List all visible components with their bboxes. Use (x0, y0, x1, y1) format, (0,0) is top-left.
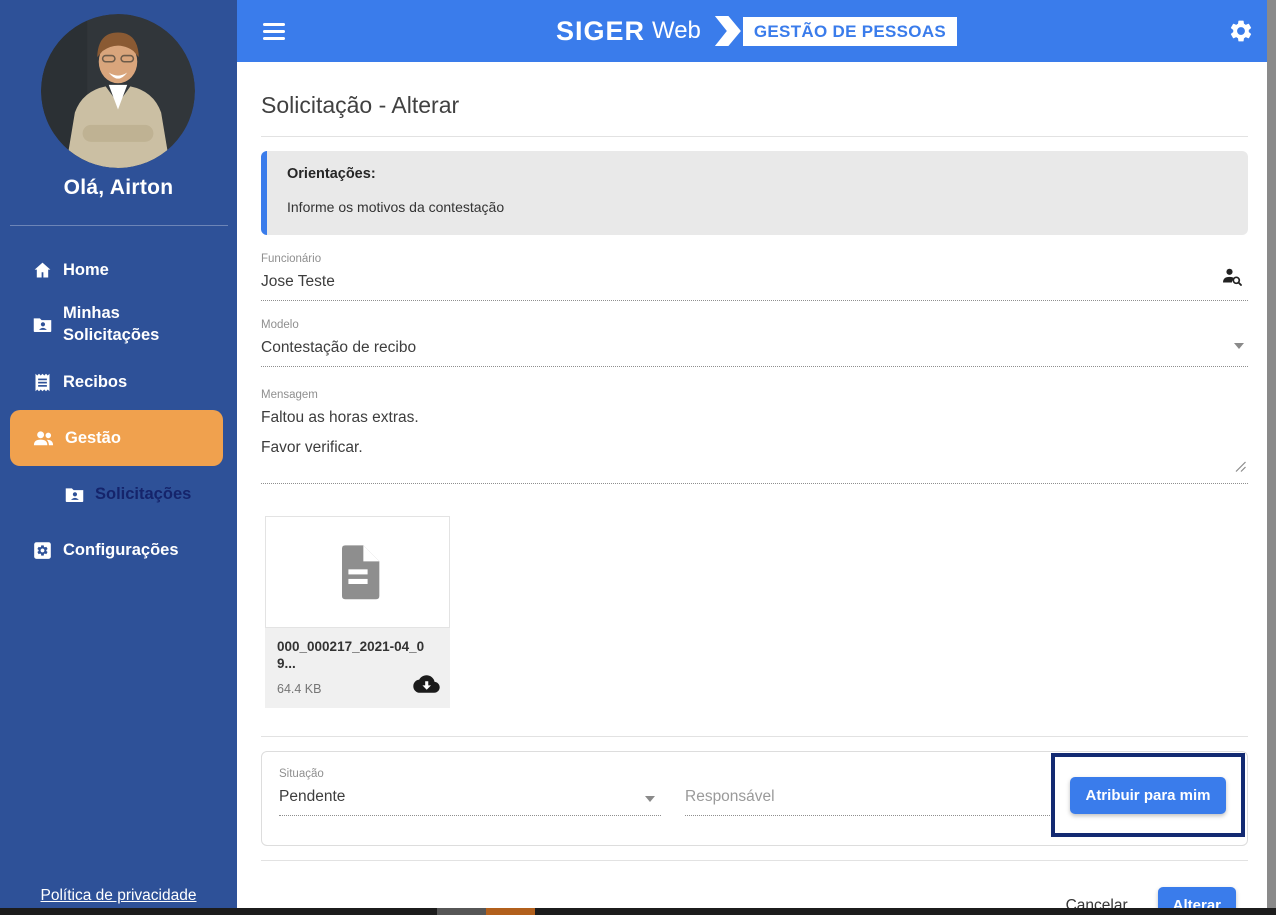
attachment-meta: 000_000217_2021-04_09... 64.4 KB (265, 628, 450, 708)
sidebar-item-label: Solicitações (95, 484, 192, 503)
assign-highlight-outline: Atribuir para mim (1051, 753, 1245, 837)
dropdown-arrow-icon[interactable] (645, 796, 655, 802)
sidebar-item-recibos[interactable]: Recibos (0, 366, 237, 398)
title-divider (261, 136, 1248, 137)
sidebar-item-label: Recibos (63, 372, 128, 391)
page-title: Solicitação - Alterar (261, 92, 460, 118)
funcionario-value[interactable]: Jose Teste (261, 272, 1248, 300)
privacy-policy-link[interactable]: Política de privacidade (0, 887, 237, 905)
logo-secondary: Web (651, 17, 701, 44)
folder-user-icon (33, 317, 52, 332)
responsavel-placeholder[interactable]: Responsável (685, 787, 1050, 815)
cloud-download-icon[interactable] (413, 673, 440, 700)
attachment-size: 64.4 KB (277, 682, 322, 696)
responsavel-label-spacer (685, 768, 1050, 781)
sidebar: Olá, Airton Home Minhas Solicitações Rec… (0, 0, 237, 915)
mensagem-textarea[interactable]: Mensagem Faltou as horas extras. Favor v… (261, 389, 1248, 484)
bottom-border-orange-segment (486, 908, 535, 915)
guidance-title: Orientações: (287, 166, 376, 182)
sidebar-item-minhas-solicitacoes[interactable]: Minhas Solicitações (0, 298, 237, 350)
resize-handle-icon[interactable] (1235, 459, 1246, 477)
sidebar-item-label: Minhas Solicitações (63, 304, 160, 344)
assignment-card: Situação Pendente Responsável Atribuir p… (261, 751, 1248, 846)
sidebar-divider (10, 225, 228, 226)
funcionario-field[interactable]: Funcionário Jose Teste (261, 253, 1248, 301)
sidebar-item-label: Home (63, 260, 109, 279)
attachment-filename: 000_000217_2021-04_09... (277, 639, 425, 671)
avatar (41, 14, 195, 168)
attachment-card[interactable]: 000_000217_2021-04_09... 64.4 KB (265, 516, 450, 708)
module-badge: GESTÃO DE PESSOAS (742, 16, 958, 46)
mensagem-label: Mensagem (261, 389, 318, 401)
settings-square-icon (34, 541, 51, 559)
funcionario-label: Funcionário (261, 253, 322, 265)
section-divider (261, 736, 1248, 737)
guidance-box: Orientações: Informe os motivos da conte… (261, 151, 1248, 235)
sidebar-item-label: Configurações (63, 540, 179, 559)
header: SIGER Web GESTÃO DE PESSOAS (237, 0, 1276, 62)
situacao-value[interactable]: Pendente (279, 787, 661, 815)
modelo-value[interactable]: Contestação de recibo (261, 338, 1248, 366)
folder-user-icon (65, 487, 84, 502)
situacao-label: Situação (279, 768, 324, 780)
situacao-select[interactable]: Situação Pendente (279, 768, 661, 816)
footer-divider (261, 860, 1248, 861)
app-window: Olá, Airton Home Minhas Solicitações Rec… (0, 0, 1276, 915)
attachment-preview[interactable] (265, 516, 450, 628)
home-icon (34, 262, 51, 277)
user-greeting: Olá, Airton (63, 176, 174, 199)
person-search-icon[interactable] (1220, 265, 1244, 294)
sidebar-item-solicitacoes[interactable]: Solicitações (0, 478, 237, 510)
avatar-photo (41, 14, 195, 168)
sidebar-item-label: Gestão (65, 428, 121, 447)
document-icon (341, 545, 379, 600)
sidebar-item-gestao[interactable]: Gestão (10, 410, 223, 466)
receipt-icon (35, 373, 50, 391)
sidebar-item-home[interactable]: Home (0, 254, 237, 286)
settings-gear-icon[interactable] (1228, 18, 1254, 49)
sidebar-item-configuracoes[interactable]: Configurações (0, 534, 237, 566)
mensagem-value[interactable]: Faltou as horas extras. Favor verificar. (261, 408, 1248, 483)
logo-primary: SIGER (555, 15, 645, 46)
responsavel-input[interactable]: Responsável (685, 768, 1050, 816)
window-bottom-border (0, 908, 1276, 915)
assign-to-me-button[interactable]: Atribuir para mim (1070, 776, 1226, 814)
modelo-label: Modelo (261, 319, 299, 331)
guidance-text: Informe os motivos da contestação (287, 199, 505, 215)
app-logo: SIGER Web GESTÃO DE PESSOAS (237, 0, 1276, 62)
main-content: Solicitação - Alterar Orientações: Infor… (237, 62, 1276, 915)
bottom-border-gray-segment (437, 908, 486, 915)
mensagem-line1: Faltou as horas extras. (261, 409, 419, 426)
chevron-right-icon (714, 16, 741, 46)
people-icon (33, 430, 54, 445)
window-right-border (1267, 0, 1276, 915)
mensagem-line2: Favor verificar. (261, 439, 363, 456)
modelo-select[interactable]: Modelo Contestação de recibo (261, 319, 1248, 367)
dropdown-arrow-icon[interactable] (1234, 343, 1244, 349)
